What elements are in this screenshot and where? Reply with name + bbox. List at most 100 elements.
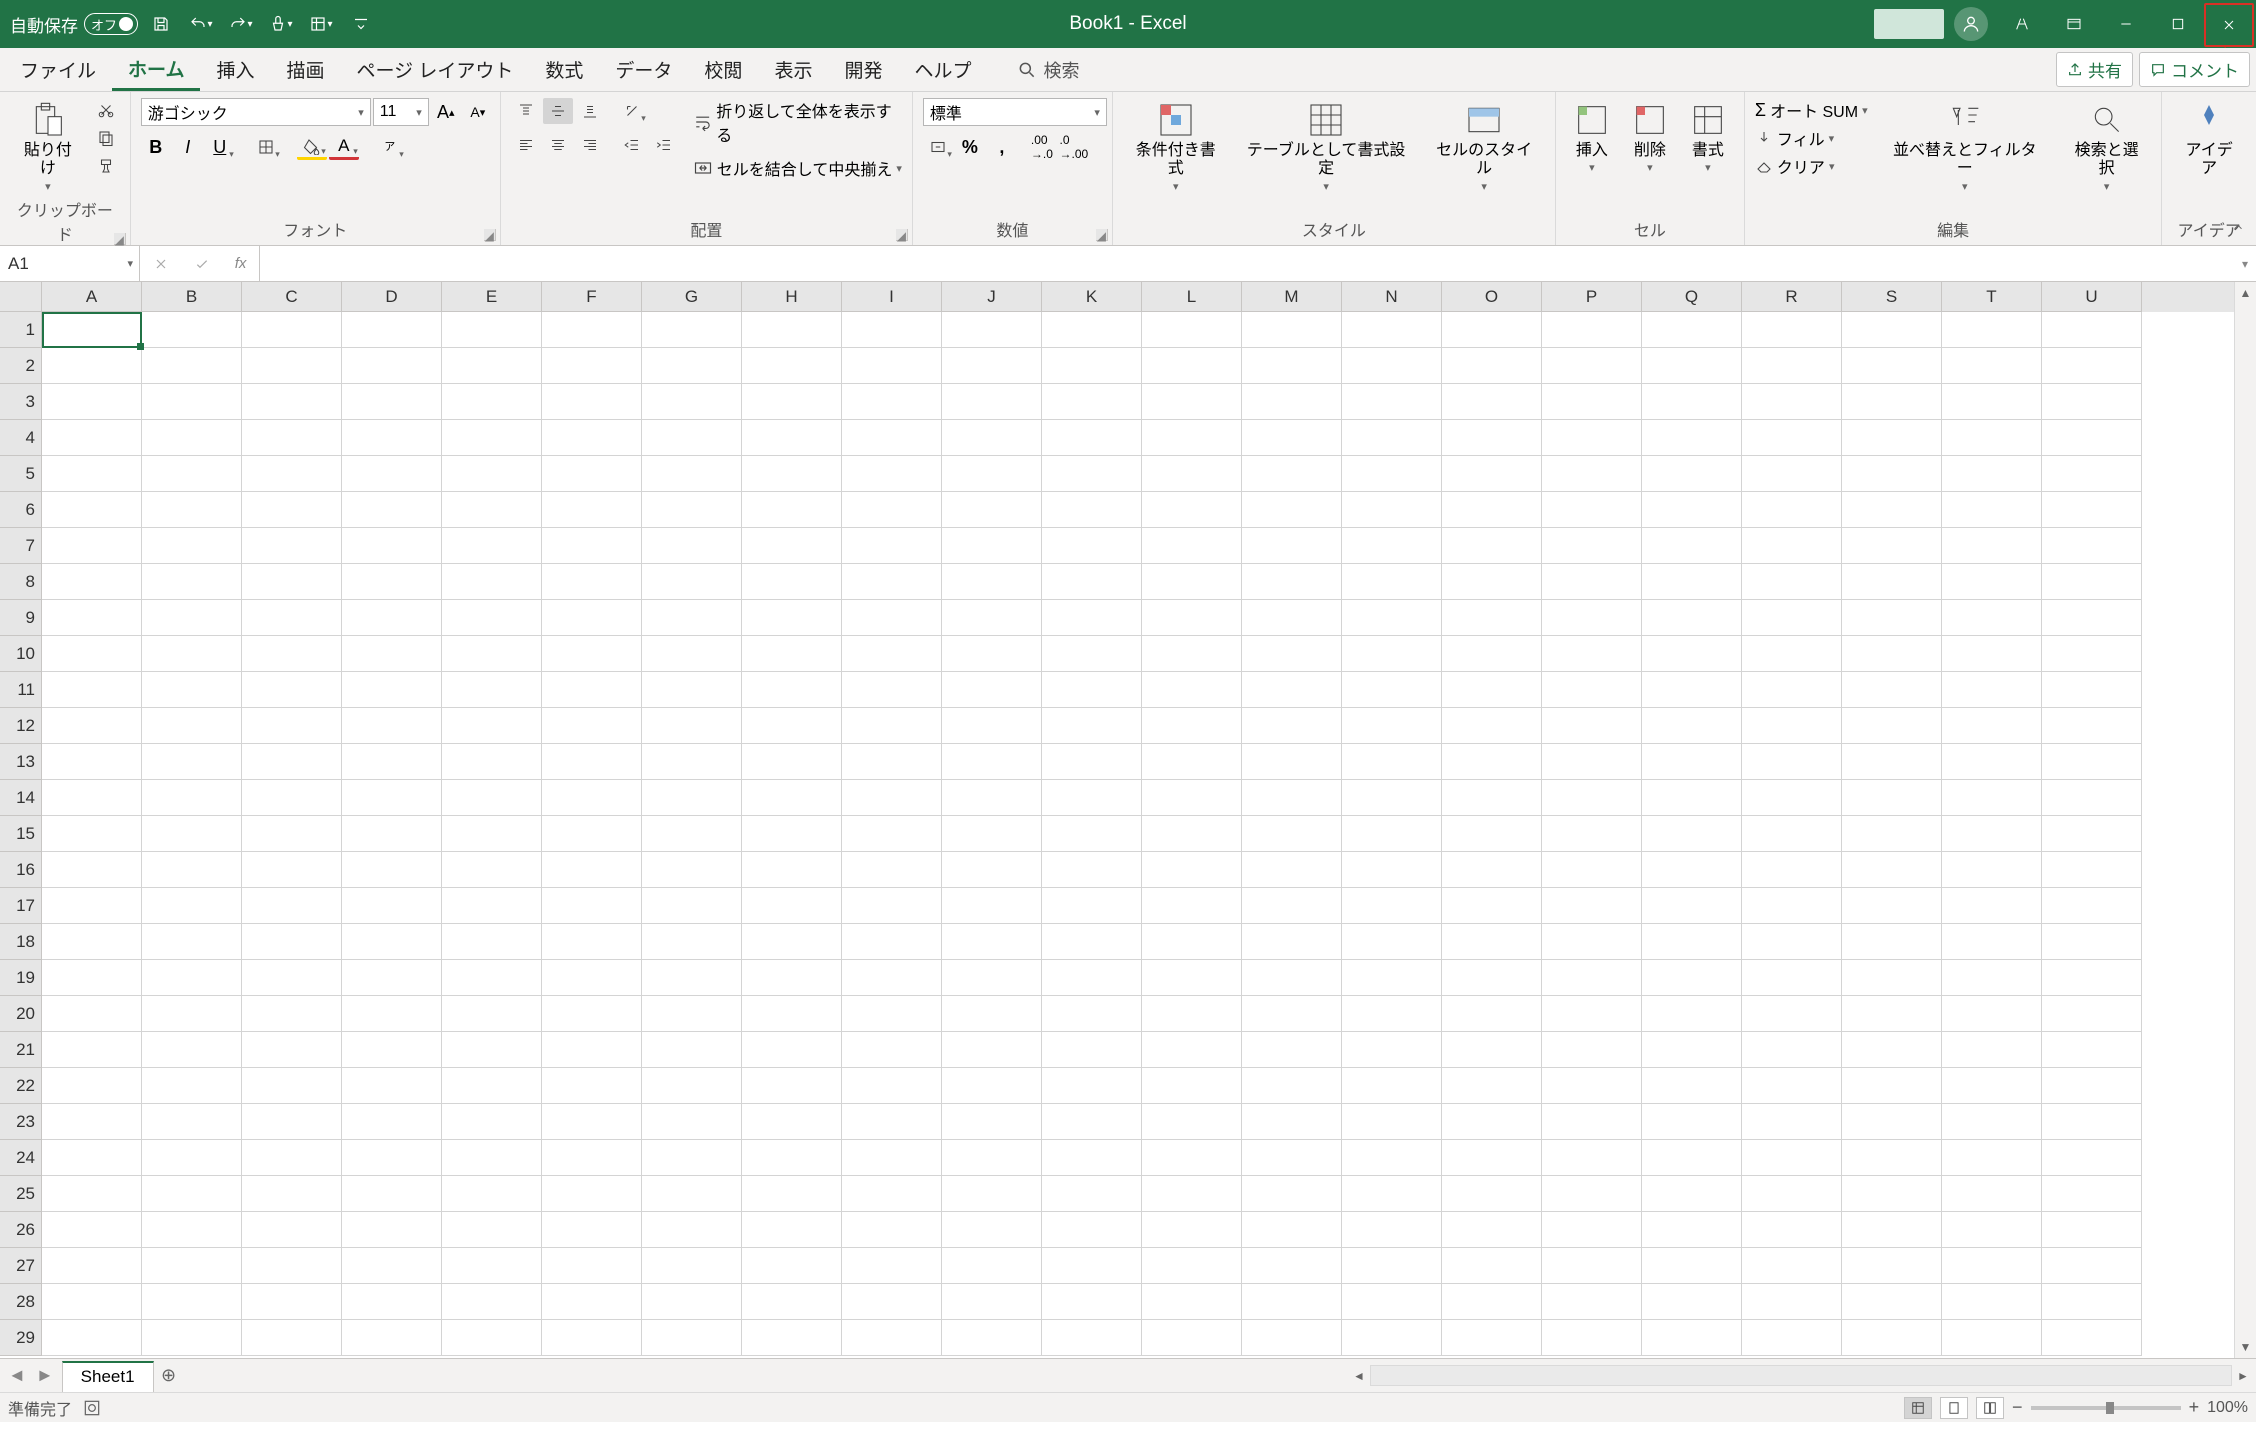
cell[interactable] <box>342 852 442 888</box>
cell[interactable] <box>1742 1104 1842 1140</box>
cell[interactable] <box>1342 780 1442 816</box>
undo-icon[interactable]: ▾ <box>184 7 218 41</box>
cell[interactable] <box>1442 528 1542 564</box>
row-header[interactable]: 18 <box>0 924 42 960</box>
cell[interactable] <box>1442 348 1542 384</box>
cell[interactable] <box>342 312 442 348</box>
cell[interactable] <box>242 924 342 960</box>
cell[interactable] <box>242 420 342 456</box>
cell[interactable] <box>242 528 342 564</box>
tab-view[interactable]: 表示 <box>758 48 828 91</box>
tab-draw[interactable]: 描画 <box>270 48 340 91</box>
cell[interactable] <box>1542 1284 1642 1320</box>
cell[interactable] <box>1942 636 2042 672</box>
cell[interactable] <box>1042 312 1142 348</box>
cell[interactable] <box>2042 960 2142 996</box>
cell[interactable] <box>42 852 142 888</box>
cell[interactable] <box>1642 888 1742 924</box>
minimize-button[interactable] <box>2100 0 2152 48</box>
insert-cells-button[interactable]: 挿入▾ <box>1566 98 1618 177</box>
comma-icon[interactable]: , <box>987 134 1017 160</box>
cell[interactable] <box>1342 1284 1442 1320</box>
align-top-icon[interactable] <box>511 98 541 124</box>
cell[interactable] <box>1542 492 1642 528</box>
cell[interactable] <box>142 780 242 816</box>
cell[interactable] <box>1742 420 1842 456</box>
cell[interactable] <box>2042 888 2142 924</box>
cell[interactable] <box>542 384 642 420</box>
cell[interactable] <box>1642 1032 1742 1068</box>
cell[interactable] <box>1942 1320 2042 1356</box>
decrease-indent-icon[interactable] <box>617 132 647 158</box>
cell[interactable] <box>442 780 542 816</box>
paste-button[interactable]: 貼り付け▾ <box>10 98 86 195</box>
cell[interactable] <box>442 996 542 1032</box>
cell[interactable] <box>842 456 942 492</box>
cell[interactable] <box>1642 384 1742 420</box>
cell[interactable] <box>442 960 542 996</box>
cell[interactable] <box>542 780 642 816</box>
cell[interactable] <box>1642 636 1742 672</box>
cell[interactable] <box>1242 1068 1342 1104</box>
cell[interactable] <box>642 1032 742 1068</box>
align-center-icon[interactable] <box>543 132 573 158</box>
cell[interactable] <box>42 564 142 600</box>
cell[interactable] <box>442 744 542 780</box>
cell[interactable] <box>1142 348 1242 384</box>
cell[interactable] <box>742 1212 842 1248</box>
cell[interactable] <box>1942 1212 2042 1248</box>
copy-icon[interactable] <box>92 126 120 150</box>
cell[interactable] <box>42 1212 142 1248</box>
cell[interactable] <box>242 996 342 1032</box>
cell[interactable] <box>742 1104 842 1140</box>
cell[interactable] <box>1942 852 2042 888</box>
cell[interactable] <box>42 672 142 708</box>
cell[interactable] <box>542 348 642 384</box>
cell[interactable] <box>1742 1320 1842 1356</box>
cell[interactable] <box>42 1284 142 1320</box>
touch-mode-icon[interactable]: ▾ <box>264 7 298 41</box>
cell[interactable] <box>242 1104 342 1140</box>
cell[interactable] <box>642 1176 742 1212</box>
conditional-formatting-button[interactable]: 条件付き書式▾ <box>1123 98 1229 195</box>
cell[interactable] <box>1542 708 1642 744</box>
cell[interactable] <box>1342 672 1442 708</box>
fill-button[interactable]: フィル▾ <box>1755 126 1868 150</box>
cell[interactable] <box>1742 996 1842 1032</box>
cell[interactable] <box>1542 1176 1642 1212</box>
cell[interactable] <box>842 744 942 780</box>
cell[interactable] <box>842 672 942 708</box>
cell[interactable] <box>642 1212 742 1248</box>
cell[interactable] <box>642 744 742 780</box>
merge-center-button[interactable]: セルを結合して中央揃え▾ <box>693 156 902 180</box>
cell[interactable] <box>742 420 842 456</box>
cell[interactable] <box>2042 1284 2142 1320</box>
border-icon[interactable]: ▾ <box>251 134 281 160</box>
cell[interactable] <box>642 312 742 348</box>
cell[interactable] <box>342 636 442 672</box>
cell[interactable] <box>1142 1176 1242 1212</box>
cell[interactable] <box>1642 924 1742 960</box>
tab-insert[interactable]: 挿入 <box>200 48 270 91</box>
cell[interactable] <box>842 1284 942 1320</box>
cell[interactable] <box>342 672 442 708</box>
cell[interactable] <box>1042 996 1142 1032</box>
column-header[interactable]: A <box>42 282 142 312</box>
cell[interactable] <box>542 816 642 852</box>
cell[interactable] <box>342 1176 442 1212</box>
cell[interactable] <box>1242 1176 1342 1212</box>
cell[interactable] <box>1842 528 1942 564</box>
cell[interactable] <box>242 780 342 816</box>
cell[interactable] <box>1042 420 1142 456</box>
cell[interactable] <box>1142 816 1242 852</box>
cell[interactable] <box>1042 1248 1142 1284</box>
cell[interactable] <box>1342 456 1442 492</box>
cell[interactable] <box>142 492 242 528</box>
cell[interactable] <box>742 492 842 528</box>
cell[interactable] <box>242 1212 342 1248</box>
cell[interactable] <box>1642 312 1742 348</box>
cell[interactable] <box>342 492 442 528</box>
font-name-select[interactable]: 游ゴシック▾ <box>141 98 371 126</box>
qat-customize-icon[interactable] <box>344 7 378 41</box>
cell[interactable] <box>742 456 842 492</box>
